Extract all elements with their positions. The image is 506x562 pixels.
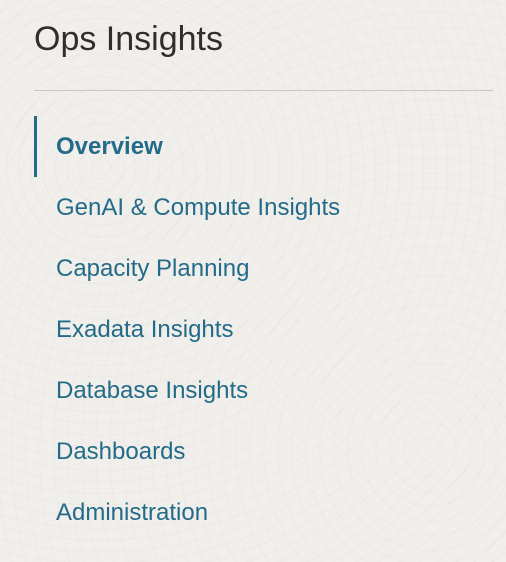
sidebar-item-exadata-insights[interactable]: Exadata Insights xyxy=(34,299,494,360)
sidebar-item-label: Exadata Insights xyxy=(56,315,234,343)
sidebar-item-administration[interactable]: Administration xyxy=(34,482,494,543)
sidebar-item-label: Administration xyxy=(56,498,209,526)
ops-insights-sidebar: Ops Insights Overview GenAI & Compute In… xyxy=(0,0,506,562)
sidebar-item-label: GenAI & Compute Insights xyxy=(56,193,341,221)
sidebar-item-overview[interactable]: Overview xyxy=(34,116,494,177)
sidebar-item-label: Database Insights xyxy=(56,376,249,404)
sidebar-item-label: Capacity Planning xyxy=(56,254,250,282)
sidebar-item-capacity-planning[interactable]: Capacity Planning xyxy=(34,238,494,299)
title-divider xyxy=(34,90,493,91)
page-title: Ops Insights xyxy=(34,20,223,58)
sidebar-item-genai-compute-insights[interactable]: GenAI & Compute Insights xyxy=(34,177,494,238)
sidebar-nav: Overview GenAI & Compute Insights Capaci… xyxy=(34,116,494,543)
sidebar-item-database-insights[interactable]: Database Insights xyxy=(34,360,494,421)
sidebar-item-label: Overview xyxy=(56,132,163,160)
sidebar-item-dashboards[interactable]: Dashboards xyxy=(34,421,494,482)
sidebar-item-label: Dashboards xyxy=(56,437,186,465)
